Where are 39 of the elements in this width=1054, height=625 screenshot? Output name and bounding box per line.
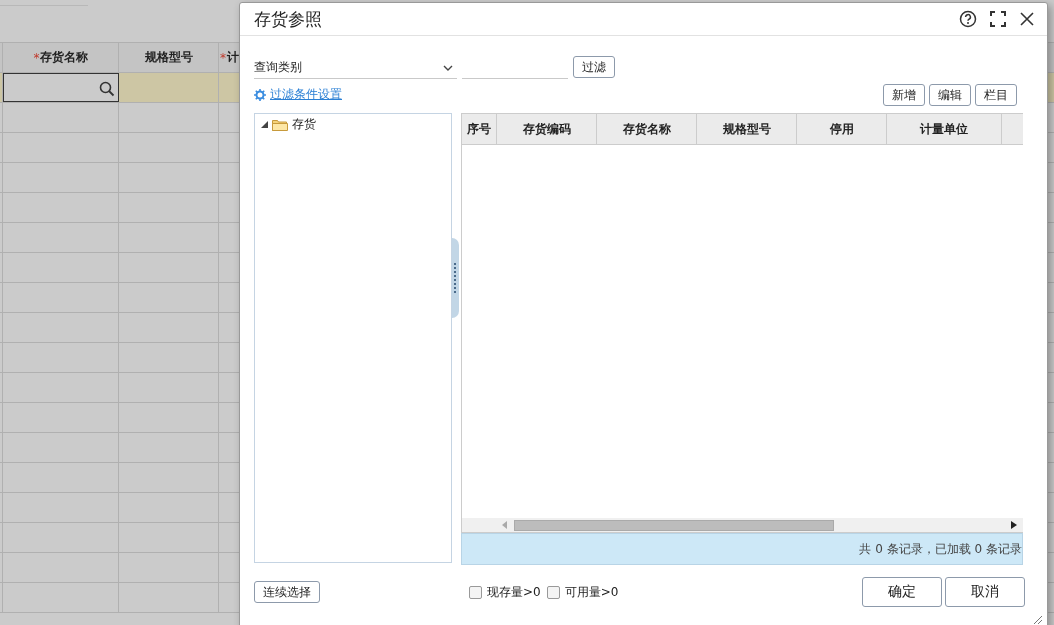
dialog-button[interactable]: 确定	[862, 577, 942, 607]
splitter-handle[interactable]	[452, 238, 459, 318]
checkbox[interactable]	[469, 585, 482, 599]
checkbox-label: 现存量>0	[487, 583, 541, 601]
gear-icon	[254, 88, 266, 101]
filter-button[interactable]: 过滤	[573, 56, 615, 78]
horizontal-scrollbar[interactable]	[462, 518, 1023, 532]
search-icon[interactable]	[99, 80, 115, 97]
dialog-button[interactable]: 取消	[945, 577, 1025, 607]
tree-item[interactable]: 存货	[292, 116, 316, 133]
toolbar-button[interactable]: 新增	[883, 84, 925, 106]
column-header[interactable]: 停用	[797, 114, 887, 144]
toolbar-button[interactable]: 编辑	[929, 84, 971, 106]
column-header[interactable]: 计量单位	[887, 114, 1002, 144]
maximize-icon[interactable]	[990, 11, 1006, 27]
column-header: 计	[226, 49, 239, 66]
checkbox[interactable]	[546, 585, 560, 599]
resize-grip-icon[interactable]	[1033, 615, 1043, 625]
chevron-down-icon[interactable]	[443, 64, 453, 71]
column-header[interactable]: 存货编码	[497, 114, 597, 144]
close-icon[interactable]	[1019, 11, 1035, 27]
column-header[interactable]: 存货名称	[597, 114, 697, 144]
column-header: 规格型号	[144, 49, 193, 66]
expand-icon[interactable]	[261, 121, 268, 128]
column-header[interactable]: 规格型号	[697, 114, 797, 144]
column-header[interactable]: 序号	[462, 114, 497, 144]
column-header: 存货名称	[39, 49, 88, 66]
help-icon[interactable]	[959, 10, 977, 28]
toolbar-button[interactable]: 栏目	[975, 84, 1017, 106]
scroll-right-icon[interactable]	[1011, 521, 1017, 529]
record-count: 共 0 条记录，已加载 0 条记录	[859, 540, 1022, 558]
continuous-select-button[interactable]: 连续选择	[254, 581, 320, 603]
filter-settings-link[interactable]: 过滤条件设置	[270, 86, 342, 103]
folder-icon	[272, 118, 288, 131]
checkbox-label: 可用量>0	[564, 583, 619, 601]
dialog-title: 存货参照	[254, 7, 322, 31]
required-mark: *	[219, 50, 226, 65]
query-select[interactable]: 查询类别	[254, 57, 457, 79]
required-mark: *	[33, 50, 40, 65]
